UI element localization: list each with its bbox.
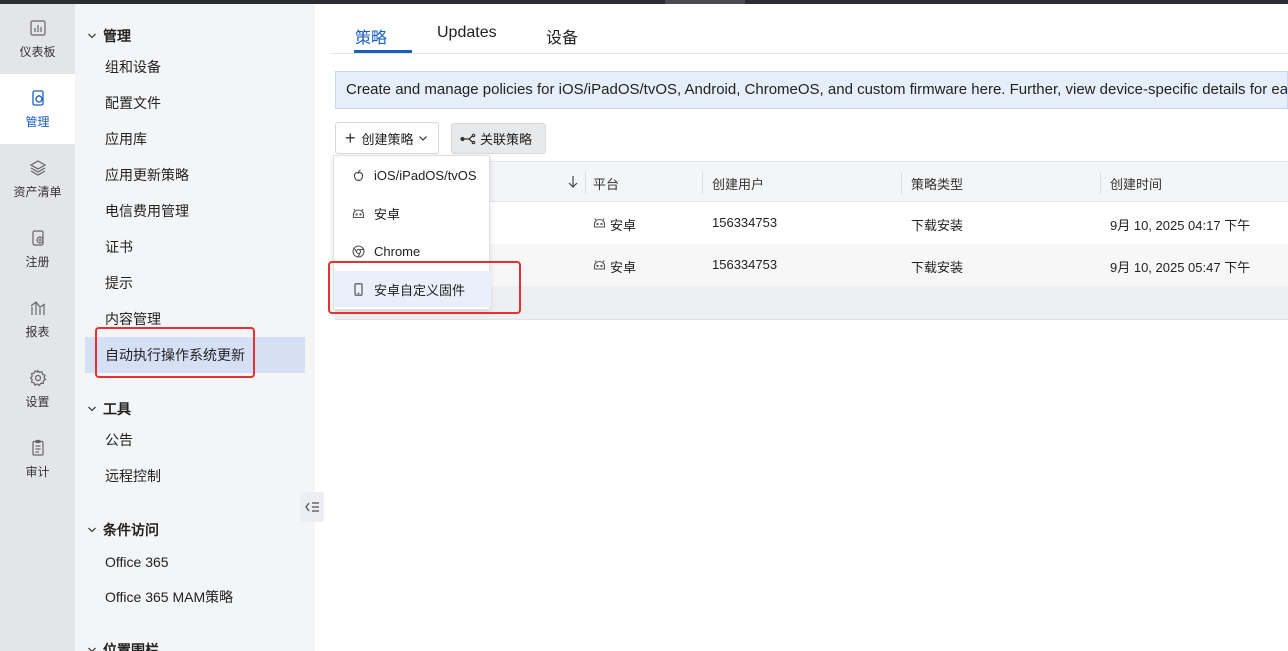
dropdown-item-label: Chrome [374,243,421,259]
chevron-down-icon [88,527,96,533]
section-title: 位置围栏 [103,642,159,651]
main-content: 策略 Updates 设备 Create and manage policies… [315,4,1288,651]
column-separator [585,172,586,194]
column-header-created-time[interactable]: 创建时间 [1110,174,1162,193]
cell-created-time: 9月 10, 2025 05:47 下午 [1110,260,1251,275]
cell-created-by: 156334753 [712,257,778,272]
enroll-icon [31,229,44,246]
icon-rail: 仪表板 管理 资产清单 注册 报表 设置 审计 [0,4,75,651]
create-policy-label: 创建策略 [361,131,414,147]
nav-telecom-expense[interactable]: 电信费用管理 [85,193,305,229]
share-link-icon [460,133,476,144]
section-title: 条件访问 [103,522,159,538]
apple-icon [353,169,364,181]
manage-icon [31,89,44,106]
info-banner: Create and manage policies for iOS/iPadO… [335,71,1288,109]
column-header-platform[interactable]: 平台 [593,174,619,193]
dashboard-icon [29,19,46,36]
rail-label: 管理 [25,114,50,129]
nav-announcements[interactable]: 公告 [85,422,305,458]
nav-groups-devices[interactable]: 组和设备 [85,49,305,85]
cell-policy-type: 下载安装 [911,260,964,275]
highlight-box-auto-os-update [95,327,255,378]
inventory-icon [29,159,46,176]
rail-item-audit[interactable]: 审计 [0,424,75,494]
nav-profiles[interactable]: 配置文件 [85,85,305,121]
rail-label: 报表 [25,324,50,339]
section-header-manage[interactable]: 管理 [87,26,131,46]
android-icon [352,208,365,218]
rail-label: 设置 [25,394,50,409]
rail-item-dashboard[interactable]: 仪表板 [0,4,75,74]
rail-item-report[interactable]: 报表 [0,284,75,354]
nav-app-update-policy[interactable]: 应用更新策略 [85,157,305,193]
settings-icon [29,368,46,386]
tab-policies[interactable]: 策略 [355,24,387,48]
rail-label: 审计 [25,464,50,479]
chevron-down-icon [418,136,427,141]
rail-label: 仪表板 [19,44,56,59]
tab-updates[interactable]: Updates [437,24,497,42]
sort-down-icon[interactable] [567,175,579,189]
section-header-tools[interactable]: 工具 [87,399,131,419]
cell-created-by: 156334753 [712,215,778,230]
chevron-down-icon [88,33,96,39]
dropdown-item-label: iOS/iPadOS/tvOS [374,167,477,183]
nav-office365-mam[interactable]: Office 365 MAM策略 [85,579,305,615]
associate-policy-button[interactable]: 关联策略 [451,123,546,154]
dropdown-item-label: 安卓 [374,206,401,222]
report-icon [30,300,45,315]
rail-item-inventory[interactable]: 资产清单 [0,144,75,214]
chevron-down-icon [88,647,96,651]
nav-remote-control[interactable]: 远程控制 [85,458,305,494]
android-icon [593,218,606,228]
column-separator [901,172,902,194]
nav-office365[interactable]: Office 365 [85,544,305,580]
rail-label: 资产清单 [13,184,62,199]
rail-item-manage[interactable]: 管理 [0,74,75,144]
tab-devices[interactable]: 设备 [546,24,578,48]
associate-policy-label: 关联策略 [480,132,533,147]
chrome-icon [352,244,365,258]
section-header-geofence[interactable]: 位置围栏 [87,640,159,651]
cell-created-time: 9月 10, 2025 04:17 下午 [1110,218,1251,233]
chevron-down-icon [88,406,96,412]
audit-icon [31,439,44,456]
active-tab-indicator [354,50,412,53]
dropdown-item-ios[interactable]: iOS/iPadOS/tvOS [334,157,491,193]
cell-platform: 安卓 [610,218,637,233]
section-title: 工具 [103,401,131,417]
cell-policy-type: 下载安装 [911,218,964,233]
rail-item-enroll[interactable]: 注册 [0,214,75,284]
dropdown-item-android[interactable]: 安卓 [334,195,491,231]
column-separator [702,172,703,194]
nav-alerts[interactable]: 提示 [85,265,305,301]
tab-bar: 策略 Updates 设备 [330,18,1288,54]
rail-label: 注册 [25,254,50,269]
nav-certificates[interactable]: 证书 [85,229,305,265]
column-header-created-by[interactable]: 创建用户 [712,174,764,193]
section-header-conditional-access[interactable]: 条件访问 [87,520,159,540]
column-header-policy-type[interactable]: 策略类型 [911,174,963,193]
column-separator [1100,172,1101,194]
rail-item-settings[interactable]: 设置 [0,354,75,424]
plus-icon: + [345,127,356,148]
android-icon [593,260,606,270]
create-policy-button[interactable]: + 创建策略 [335,122,439,154]
section-title: 管理 [103,28,131,44]
cell-platform: 安卓 [610,260,637,275]
highlight-box-custom-firmware [328,261,521,314]
app-window: 仪表板 管理 资产清单 注册 报表 设置 审计 管理 组和设备 配置文件 应用库… [0,0,1288,651]
nav-app-repository[interactable]: 应用库 [85,121,305,157]
